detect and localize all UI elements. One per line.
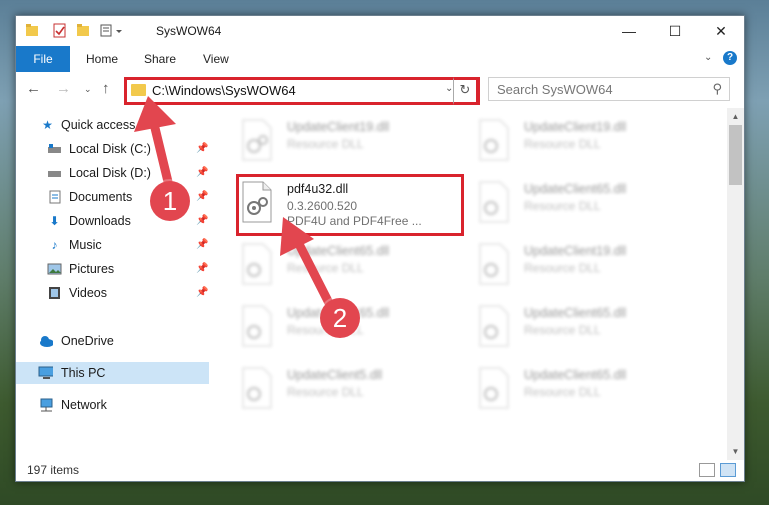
arrow-step-2 [280,217,335,310]
step-2-badge: 2 [320,298,360,338]
annotation-arrows [134,96,335,310]
arrow-step-1 [134,96,176,195]
step-1-badge: 1 [150,181,190,221]
